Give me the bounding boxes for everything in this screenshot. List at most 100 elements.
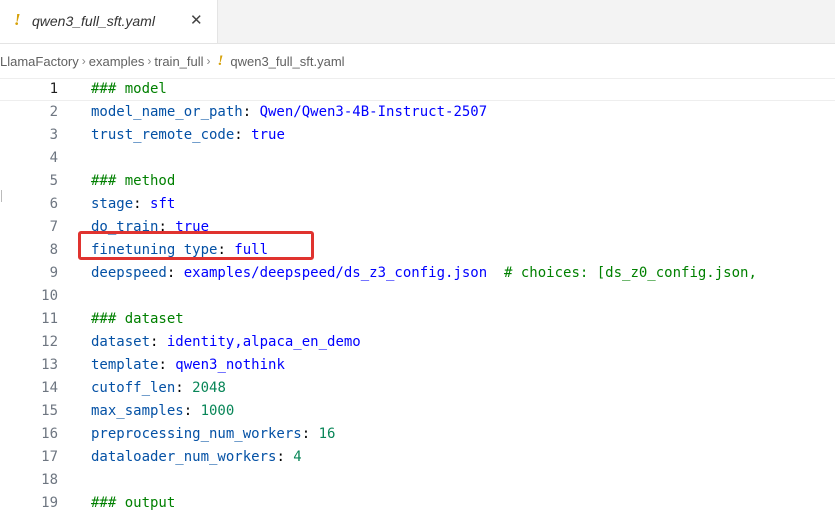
line-content: dataloader_num_workers: 4 [91, 446, 302, 469]
line-number: 16 [41, 426, 58, 442]
editor-window: ! qwen3_full_sft.yaml ✕ LlamaFactory › e… [0, 0, 835, 530]
code-line[interactable]: 19 ### output [0, 492, 835, 515]
token-comment: ### dataset [91, 311, 184, 327]
token-val: qwen3_nothink [175, 357, 285, 373]
code-line[interactable]: 13 template: qwen3_nothink [0, 354, 835, 377]
token-num: 4 [293, 449, 302, 465]
line-content: template: qwen3_nothink [91, 354, 285, 377]
line-number: 5 [49, 173, 58, 189]
line-number: 14 [41, 380, 58, 396]
line-number: 15 [41, 403, 58, 419]
line-number: 12 [41, 334, 58, 350]
token-key: deepspeed [91, 265, 167, 281]
token-val: identity,alpaca_en_demo [166, 334, 361, 350]
line-number: 2 [49, 104, 58, 120]
yaml-file-icon: ! [217, 52, 224, 69]
line-content: ### model [91, 79, 167, 100]
line-number: 9 [49, 265, 58, 281]
code-line[interactable]: 17 dataloader_num_workers: 4 [0, 446, 835, 469]
token-plain: : [276, 449, 294, 465]
token-val: sft [150, 196, 176, 212]
code-line[interactable]: 16 preprocessing_num_workers: 16 [0, 423, 835, 446]
token-comment: ### output [91, 495, 176, 511]
tab-label: qwen3_full_sft.yaml [32, 13, 155, 29]
token-key: preprocessing_num_workers [91, 426, 302, 442]
breadcrumb-item-examples[interactable]: examples [89, 54, 145, 69]
token-num: 1000 [200, 403, 235, 419]
code-editor[interactable]: 1 ### model 2 model_name_or_path: Qwen/Qwen… [0, 78, 835, 530]
line-content: deepspeed: examples/deepspeed/ds_z3_conf… [91, 262, 757, 285]
line-content: dataset: identity,alpaca_en_demo [91, 331, 361, 354]
token-key: max_samples [91, 403, 184, 419]
code-line[interactable]: 3 trust_remote_code: true [0, 124, 835, 147]
token-plain: : [158, 357, 176, 373]
line-content: trust_remote_code: true [91, 124, 285, 147]
code-line[interactable]: 8 finetuning_type: full [0, 239, 835, 262]
code-line[interactable]: 6 stage: sft [0, 193, 835, 216]
line-content: do_train: true [91, 216, 209, 239]
token-val: true [251, 127, 285, 143]
yaml-file-icon: ! [14, 10, 21, 29]
code-line[interactable]: 1 ### model [0, 78, 835, 101]
line-number: 11 [41, 311, 58, 327]
line-number: 8 [49, 242, 58, 258]
line-number: 7 [49, 219, 58, 235]
token-plain: : [166, 265, 184, 281]
line-number: 17 [41, 449, 58, 465]
code-line[interactable]: 11 ### dataset [0, 308, 835, 331]
token-val: true [175, 219, 210, 235]
line-content: finetuning_type: full [91, 239, 268, 262]
breadcrumb-item-llamafactory[interactable]: LlamaFactory [0, 54, 79, 69]
code-line[interactable]: 18 [0, 469, 835, 492]
line-number: 3 [49, 127, 58, 143]
token-plain: : [150, 334, 167, 350]
chevron-right-icon: › [81, 54, 86, 68]
code-line[interactable]: 2 model_name_or_path: Qwen/Qwen3-4B-Instr… [0, 101, 835, 124]
token-plain: : [183, 403, 201, 419]
breadcrumb-item-train-full[interactable]: train_full [154, 54, 203, 69]
token-key: cutoff_len [91, 380, 176, 396]
code-line[interactable]: 15 max_samples: 1000 [0, 400, 835, 423]
line-content: cutoff_len: 2048 [91, 377, 226, 400]
line-number: 4 [49, 150, 58, 166]
token-plain: : [234, 127, 252, 143]
chevron-right-icon: › [206, 54, 211, 68]
token-key: template [91, 357, 159, 373]
line-number: 1 [49, 81, 58, 97]
tab-qwen3-full-sft-yaml[interactable]: ! qwen3_full_sft.yaml ✕ [0, 0, 218, 43]
line-content: model_name_or_path: Qwen/Qwen3-4B-Instru… [91, 101, 487, 124]
code-line[interactable]: 9 deepspeed: examples/deepspeed/ds_z3_con… [0, 262, 835, 285]
token-plain: : [133, 196, 151, 212]
token-val: examples/deepspeed/ds_z3_config.json [183, 265, 488, 281]
token-key: trust_remote_code [91, 127, 235, 143]
token-comment: ### method [91, 173, 176, 189]
token-key: finetuning_type [91, 242, 218, 258]
code-line[interactable]: 10 [0, 285, 835, 308]
close-icon[interactable]: ✕ [190, 11, 203, 29]
chevron-right-icon: › [147, 54, 152, 68]
line-number: 18 [41, 472, 58, 488]
code-line[interactable]: 7 do_train: true [0, 216, 835, 239]
line-content: max_samples: 1000 [91, 400, 234, 423]
line-content: ### method [91, 170, 175, 193]
line-content: ### output [91, 492, 175, 515]
line-number: 10 [41, 288, 58, 304]
token-comment: ### model [91, 81, 167, 97]
code-line[interactable]: 14 cutoff_len: 2048 [0, 377, 835, 400]
breadcrumb-item-file[interactable]: qwen3_full_sft.yaml [230, 54, 344, 69]
line-content: preprocessing_num_workers: 16 [91, 423, 335, 446]
line-number: 13 [41, 357, 58, 373]
token-plain: : [175, 380, 193, 396]
token-plain: : [301, 426, 319, 442]
code-line[interactable]: 5 ### method [0, 170, 835, 193]
token-num: 2048 [192, 380, 226, 396]
token-val: Qwen/Qwen3-4B-Instruct-2507 [259, 104, 488, 120]
token-plain: : [217, 242, 235, 258]
token-comment: # choices: [ds_z0_config.json, [487, 265, 757, 281]
code-line[interactable]: 4 [0, 147, 835, 170]
token-plain: : [242, 104, 260, 120]
tab-bar: ! qwen3_full_sft.yaml ✕ [0, 0, 835, 44]
token-val: full [234, 242, 269, 258]
line-number: 6 [49, 196, 58, 212]
code-line[interactable]: 12 dataset: identity,alpaca_en_demo [0, 331, 835, 354]
